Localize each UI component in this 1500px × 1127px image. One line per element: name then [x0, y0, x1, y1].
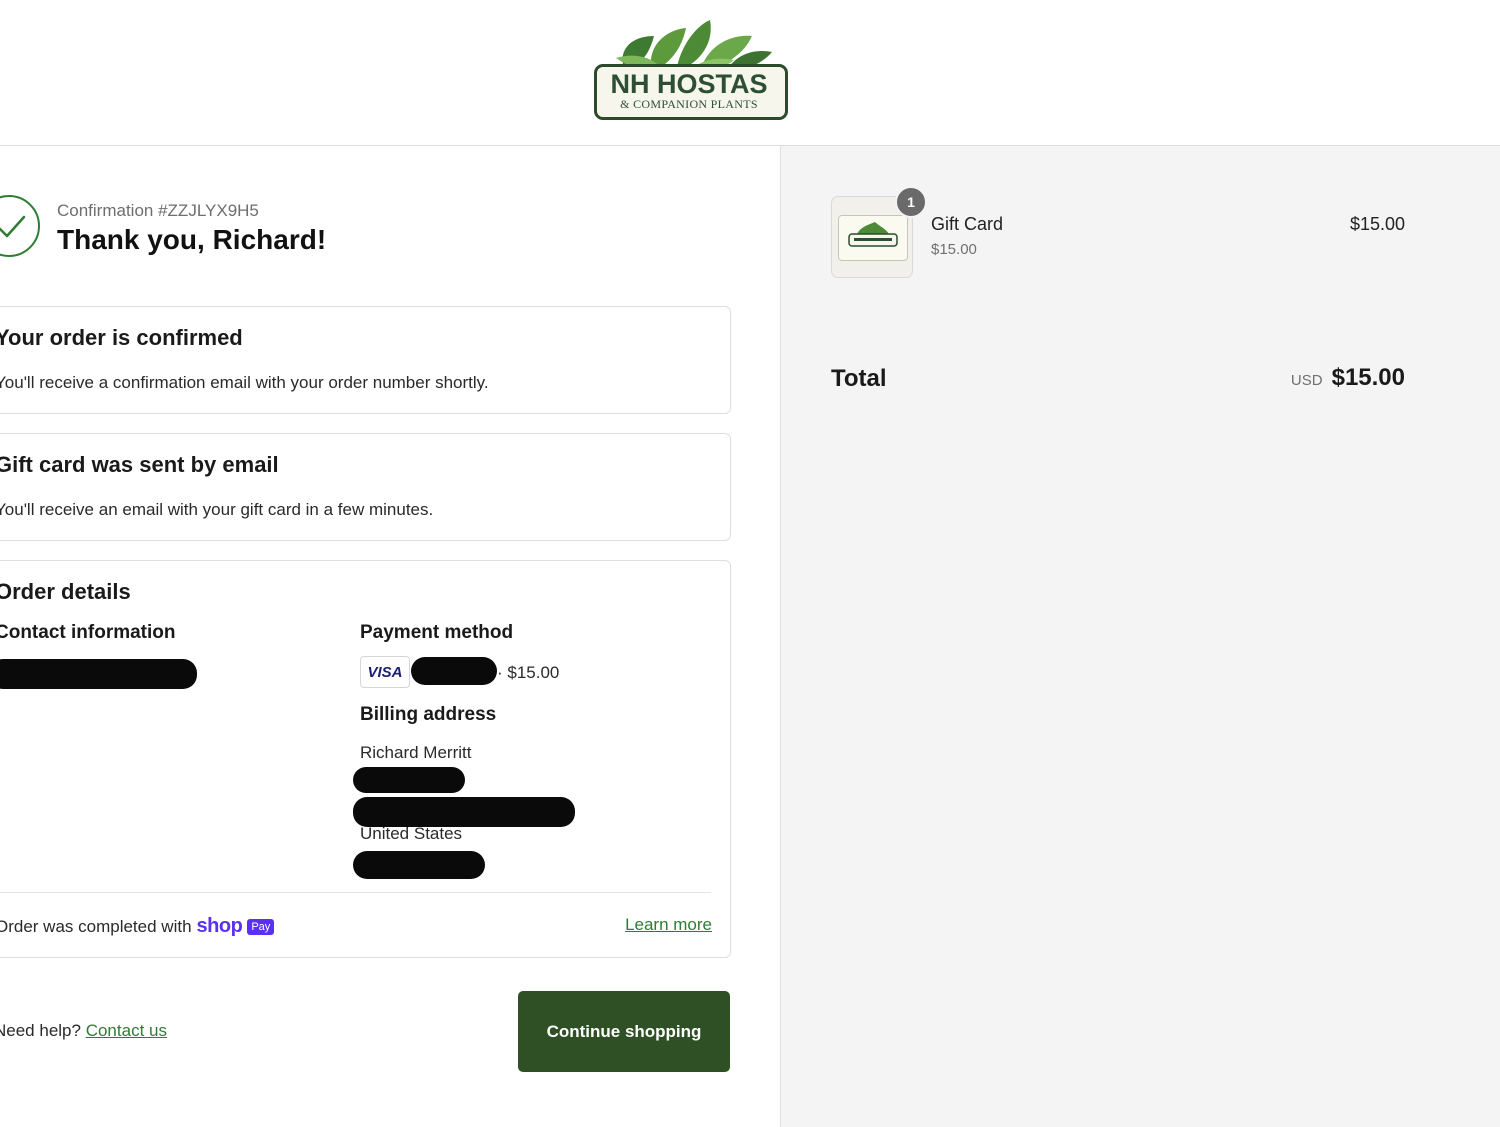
total-label: Total	[831, 365, 887, 392]
redacted-billing-street	[353, 767, 465, 793]
help-line: Need help? Contact us	[0, 1021, 167, 1041]
visa-card-icon: VISA	[360, 656, 410, 688]
details-divider	[0, 892, 711, 893]
shop-pay-notice: Order was completed with shop Pay	[0, 915, 275, 938]
payment-amount: · $15.00	[497, 663, 560, 682]
total-value: USD $15.00	[1291, 364, 1405, 392]
item-variant: $15.00	[931, 241, 977, 258]
thank-you-heading: Thank you, Richard!	[57, 224, 327, 255]
learn-more-link[interactable]: Learn more	[625, 915, 712, 935]
order-confirmed-card: Your order is confirmed You'll receive a…	[0, 306, 731, 414]
order-details-card: Order details Contact information Paymen…	[0, 560, 731, 958]
shop-pay-text: Order was completed with	[0, 916, 192, 936]
site-header: NH HOSTAS & COMPANION PLANTS	[0, 0, 1500, 146]
billing-country: United States	[360, 824, 463, 843]
logo-brand-name: NH HOSTAS	[610, 69, 768, 99]
payment-method-heading: Payment method	[360, 622, 514, 643]
redacted-contact-email	[0, 659, 197, 689]
order-confirmed-title: Your order is confirmed	[0, 325, 243, 350]
redacted-card-number	[411, 657, 497, 685]
gift-card-sent-card: Gift card was sent by email You'll recei…	[0, 433, 731, 541]
billing-address-heading: Billing address	[360, 704, 497, 725]
shop-logo: shop	[196, 915, 243, 937]
help-text: Need help?	[0, 1021, 81, 1040]
gift-card-sent-text: You'll receive an email with your gift c…	[0, 500, 434, 519]
quantity-badge: 1	[895, 186, 927, 218]
redacted-billing-phone	[353, 851, 485, 879]
redacted-billing-city	[353, 797, 575, 827]
order-details-title: Order details	[0, 579, 131, 604]
total-amount: $15.00	[1331, 364, 1405, 391]
store-logo[interactable]: NH HOSTAS & COMPANION PLANTS	[592, 18, 788, 120]
item-name: Gift Card	[931, 214, 1004, 234]
total-currency: USD	[1290, 372, 1323, 389]
order-summary-panel: 1 Gift Card $15.00 $15.00 Total USD $15.…	[780, 146, 1500, 1127]
shop-pay-badge: Pay	[247, 918, 275, 935]
gift-card-image	[838, 215, 908, 261]
logo-tagline: & COMPANION PLANTS	[620, 97, 758, 111]
contact-information-heading: Contact information	[0, 622, 176, 643]
item-price: $15.00	[1349, 214, 1405, 234]
continue-shopping-button[interactable]: Continue shopping	[518, 991, 730, 1072]
contact-us-link[interactable]: Contact us	[86, 1021, 167, 1040]
order-confirmed-text: You'll receive a confirmation email with…	[0, 373, 489, 392]
gift-card-logo-icon	[848, 222, 898, 247]
gift-card-sent-title: Gift card was sent by email	[0, 452, 279, 477]
confirmed-check-icon	[0, 195, 40, 257]
confirmation-number: Confirmation #ZZJLYX9H5	[57, 201, 259, 220]
billing-name: Richard Merritt	[360, 743, 472, 762]
